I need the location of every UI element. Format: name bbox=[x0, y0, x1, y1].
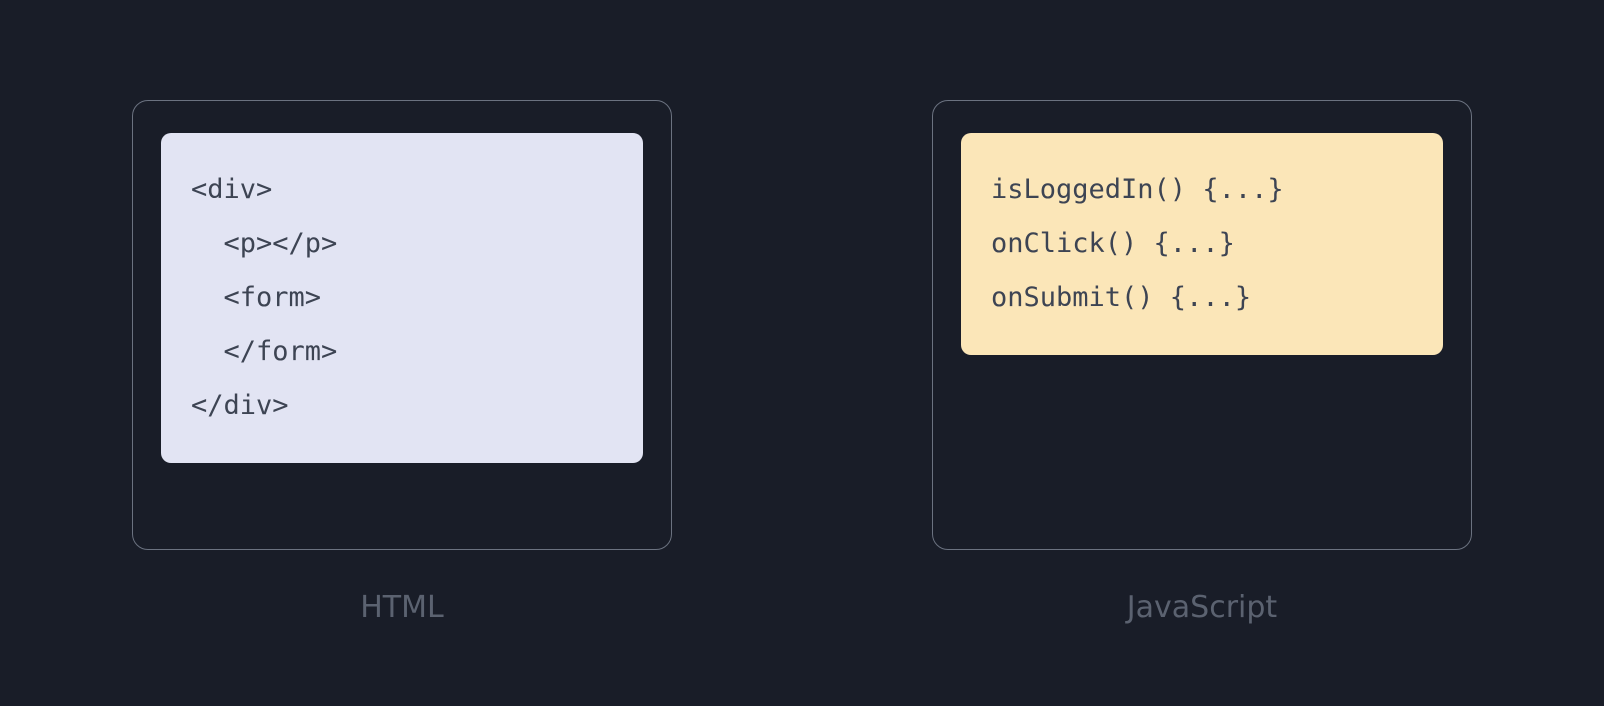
javascript-code-block: isLoggedIn() {...} onClick() {...} onSub… bbox=[961, 133, 1443, 355]
html-code-block: <div> <p></p> <form> </form> </div> bbox=[161, 133, 643, 463]
html-panel-label: HTML bbox=[360, 590, 443, 625]
html-panel-group: <div> <p></p> <form> </form> </div> HTML bbox=[132, 100, 672, 625]
html-outer-panel: <div> <p></p> <form> </form> </div> bbox=[132, 100, 672, 550]
javascript-outer-panel: isLoggedIn() {...} onClick() {...} onSub… bbox=[932, 100, 1472, 550]
javascript-panel-label: JavaScript bbox=[1127, 590, 1277, 625]
javascript-panel-group: isLoggedIn() {...} onClick() {...} onSub… bbox=[932, 100, 1472, 625]
